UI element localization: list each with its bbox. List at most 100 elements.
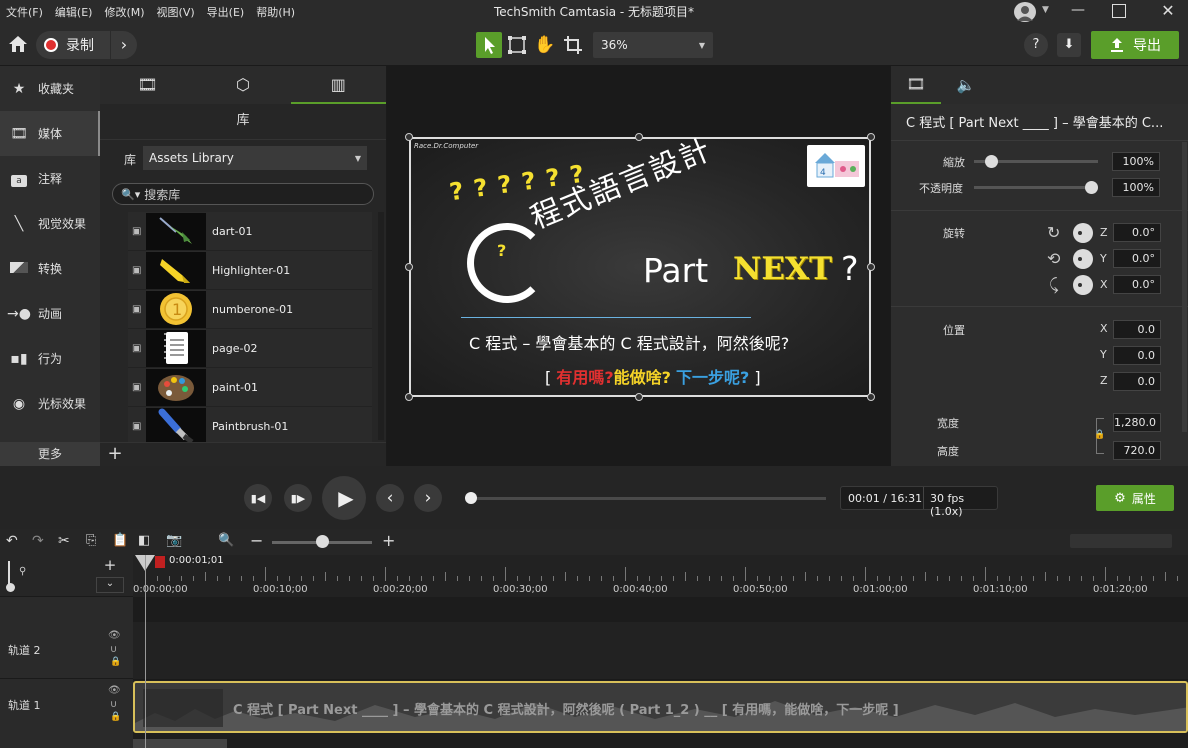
resize-handle[interactable]	[635, 133, 643, 141]
list-item[interactable]: ▣ 1 numberone-01	[128, 290, 372, 329]
paste-icon[interactable]: 📋	[112, 533, 128, 548]
magnet-icon[interactable]: ⚲	[19, 566, 26, 577]
crop-tool-button[interactable]	[560, 32, 586, 58]
library-select[interactable]: Assets Library ▼	[143, 146, 367, 170]
opacity-slider[interactable]	[974, 181, 1098, 194]
properties-scrollbar[interactable]	[1182, 142, 1187, 432]
tab-assets[interactable]: ⬡	[195, 66, 290, 104]
minimize-button[interactable]: —	[1068, 2, 1088, 22]
scrubber-knob[interactable]	[465, 492, 477, 504]
maximize-button[interactable]	[1112, 4, 1126, 18]
select-tool-button[interactable]	[476, 32, 502, 58]
list-item[interactable]: ▣ Paintbrush-01	[128, 407, 372, 446]
list-item[interactable]: ▣ Highlighter-01	[128, 251, 372, 290]
list-item[interactable]: ▣ paint-01	[128, 368, 372, 407]
opacity-input[interactable]: 100%	[1112, 178, 1160, 197]
menu-modify[interactable]: 修改(M)	[104, 4, 144, 20]
zoom-out-button[interactable]: −	[250, 531, 263, 550]
undo-icon[interactable]: ↶	[6, 533, 18, 549]
timeline-scrollbar[interactable]	[133, 739, 227, 748]
height-input[interactable]: 720.0	[1113, 441, 1161, 460]
add-button[interactable]: +	[104, 443, 126, 467]
sidebar-item-cursor-effects[interactable]: ◉ 光标效果	[0, 381, 100, 426]
slider-knob[interactable]	[985, 155, 999, 168]
track-height-slider[interactable]	[8, 561, 14, 585]
help-button[interactable]: ?	[1024, 33, 1048, 57]
menu-export[interactable]: 导出(E)	[207, 4, 245, 20]
lock-icon[interactable]: 🔒	[110, 712, 121, 722]
lock-icon[interactable]: 🔒	[110, 657, 121, 667]
next-button[interactable]: ›	[414, 484, 442, 512]
rotate-y-dial[interactable]	[1073, 249, 1093, 269]
resize-handle[interactable]	[405, 133, 413, 141]
eye-icon[interactable]: 👁	[108, 685, 121, 696]
record-button[interactable]: 录制	[36, 31, 110, 59]
previous-button[interactable]: ‹	[376, 484, 404, 512]
menu-file[interactable]: 文件(F)	[6, 4, 43, 20]
more-button[interactable]: 更多	[0, 442, 100, 466]
rotation-x-input[interactable]: 0.0°	[1113, 275, 1161, 294]
slider-knob[interactable]	[1085, 181, 1098, 194]
search-icon[interactable]: 🔍	[218, 533, 234, 548]
play-button[interactable]: ▶	[322, 476, 366, 520]
timeline-view-control[interactable]	[1070, 534, 1172, 548]
close-button[interactable]: ✕	[1158, 1, 1178, 21]
home-icon[interactable]	[8, 35, 28, 56]
menu-edit[interactable]: 编辑(E)	[55, 4, 93, 20]
width-input[interactable]: 1,280.0	[1113, 413, 1161, 432]
resize-handle[interactable]	[867, 263, 875, 271]
camera-icon[interactable]: 📷	[166, 533, 182, 548]
sidebar-item-transitions[interactable]: 转换	[0, 246, 100, 291]
record-options-button[interactable]: ›	[111, 31, 137, 59]
playhead-marker[interactable]	[155, 556, 165, 568]
menu-view[interactable]: 视图(V)	[157, 4, 195, 20]
export-button[interactable]: 导出	[1091, 31, 1179, 59]
position-z-input[interactable]: 0.0	[1113, 372, 1161, 391]
rotate-z-dial[interactable]	[1073, 223, 1093, 243]
library-search-input[interactable]: 🔍▾ 搜索库	[112, 183, 374, 205]
cut-icon[interactable]: ✂	[58, 533, 70, 549]
step-back-button[interactable]: ▮◀	[244, 484, 272, 512]
tab-audio-properties[interactable]: 🔈	[941, 66, 991, 104]
library-scrollbar[interactable]	[378, 212, 384, 440]
tab-media-bin[interactable]: 🎞	[100, 66, 195, 104]
timeline-ruler[interactable]: 0:00:00;00 0:00:10;00 0:00:20;00 0:00:30;00…	[133, 555, 1188, 597]
position-x-input[interactable]: 0.0	[1113, 320, 1161, 339]
add-track-button[interactable]: +	[96, 558, 124, 574]
sidebar-item-animations[interactable]: →● 动画	[0, 291, 100, 336]
split-icon[interactable]: ◧	[138, 533, 150, 548]
zoom-in-button[interactable]: +	[382, 531, 395, 550]
menu-help[interactable]: 帮助(H)	[256, 4, 295, 20]
timeline-zoom-knob[interactable]	[316, 535, 329, 548]
media-clip[interactable]: C 程式 [ Part Next ____ ] – 學會基本的 C 程式設計，阿…	[133, 681, 1188, 733]
avatar[interactable]	[1014, 2, 1036, 22]
rotate-x-dial[interactable]	[1073, 275, 1093, 295]
magnet-icon[interactable]: ∪	[110, 699, 117, 710]
resize-handle[interactable]	[867, 133, 875, 141]
download-button[interactable]: ⬇	[1057, 33, 1081, 57]
copy-icon[interactable]: ⎘	[86, 533, 96, 548]
sidebar-item-behaviors[interactable]: ▪▮ 行为	[0, 336, 100, 381]
tab-library[interactable]: ▥	[290, 66, 386, 104]
track-1-header[interactable]: 轨道 1 👁 ∪ 🔒	[0, 680, 133, 734]
rotation-y-input[interactable]: 0.0°	[1113, 249, 1161, 268]
resize-handle[interactable]	[867, 393, 875, 401]
resize-handle[interactable]	[635, 393, 643, 401]
tab-visual-properties[interactable]: 🎞	[891, 66, 941, 104]
chevron-down-icon[interactable]: ⌄	[96, 577, 124, 593]
rotation-z-input[interactable]: 0.0°	[1113, 223, 1161, 242]
sidebar-item-favorites[interactable]: ★ 收藏夹	[0, 66, 100, 111]
lock-icon[interactable]: 🔒	[1094, 430, 1105, 440]
resize-handle[interactable]	[405, 263, 413, 271]
position-y-input[interactable]: 0.0	[1113, 346, 1161, 365]
sidebar-item-annotations[interactable]: a 注释	[0, 156, 100, 201]
properties-button[interactable]: ⚙ 属性	[1096, 485, 1174, 511]
track-2-header[interactable]: 轨道 2 👁 ∪ 🔒	[0, 625, 133, 679]
zoom-select[interactable]: 36% ▼	[593, 32, 713, 58]
pan-tool-button[interactable]: ✋	[532, 32, 558, 58]
scale-input[interactable]: 100%	[1112, 152, 1160, 171]
track-2-lane[interactable]	[133, 622, 1188, 680]
resize-handle[interactable]	[405, 393, 413, 401]
step-forward-button[interactable]: ▮▶	[284, 484, 312, 512]
scrubber-track[interactable]	[470, 497, 826, 500]
